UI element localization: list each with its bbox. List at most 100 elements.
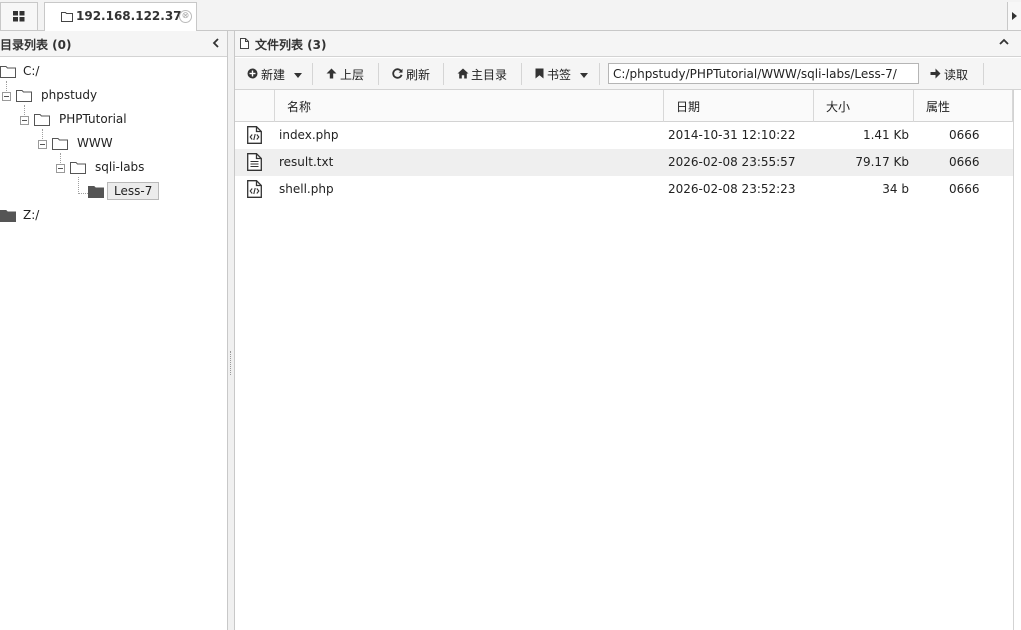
directory-panel-header: 目录列表 (0)	[0, 31, 227, 57]
chevron-up-icon[interactable]	[999, 38, 1009, 45]
column-header-date[interactable]: 日期	[664, 90, 814, 122]
tab-bar: 192.168.122.37 ⊗	[0, 0, 1021, 31]
file-panel-header: 文件列表 (3)	[235, 31, 1021, 57]
toolbar-separator	[378, 63, 379, 85]
table-row[interactable]: result.txt 2026-02-08 23:55:57 79.17 Kb …	[235, 149, 1013, 176]
file-panel: 文件列表 (3) 新建 上层 刷新 主目录 书签 C:/phpstudy/PHP…	[235, 31, 1021, 630]
tab-host[interactable]: 192.168.122.37 ⊗	[44, 2, 197, 31]
folder-outline-icon	[34, 114, 50, 126]
column-header-attr-label: 属性	[926, 100, 951, 114]
grid-icon	[13, 11, 25, 22]
home-icon	[457, 68, 469, 79]
file-attr: 0666	[949, 182, 980, 196]
table-row[interactable]: shell.php 2026-02-08 23:52:23 34 b 0666	[235, 176, 1013, 203]
chevron-left-icon[interactable]	[212, 38, 219, 48]
directory-panel-title: 目录列表 (0)	[0, 38, 72, 52]
up-level-button[interactable]: 上层	[326, 65, 368, 83]
tree-item-label: sqli-labs	[95, 160, 145, 174]
file-name: index.php	[279, 128, 339, 142]
tab-scroll-right[interactable]	[1007, 2, 1021, 30]
folder-outline-icon	[0, 66, 16, 78]
tree-toggle-minus-icon[interactable]	[38, 140, 47, 149]
folder-outline-icon	[52, 138, 68, 150]
code-file-icon	[247, 180, 262, 198]
tree-item-sqli-labs[interactable]: sqli-labs	[70, 158, 170, 178]
plus-circle-icon	[247, 68, 258, 79]
file-size: 34 b	[882, 182, 909, 196]
tree-item-less-7[interactable]: Less-7	[88, 182, 168, 202]
caret-right-icon	[1012, 12, 1017, 20]
refresh-icon	[392, 68, 403, 79]
refresh-label: 刷新	[406, 68, 431, 82]
file-attr: 0666	[949, 128, 980, 142]
file-date: 2026-02-08 23:52:23	[668, 182, 796, 196]
tree-item-phpstudy[interactable]: phpstudy	[16, 86, 116, 106]
file-icon	[240, 38, 249, 49]
folder-filled-icon	[88, 186, 104, 198]
table-row[interactable]: index.php 2014-10-31 12:10:22 1.41 Kb 06…	[235, 122, 1013, 149]
splitter-grip	[230, 351, 232, 375]
directory-panel: 目录列表 (0) C:/ phpstudy PHPTutorial WWW sq…	[0, 31, 228, 630]
tree-connector	[78, 177, 79, 194]
column-header-icon	[235, 90, 275, 122]
tree-item-label: C:/	[23, 64, 40, 78]
file-attr: 0666	[949, 155, 980, 169]
arrow-up-icon	[326, 68, 337, 79]
tab-host-label: 192.168.122.37	[76, 9, 182, 23]
tree-item-z-drive[interactable]: Z:/	[0, 206, 60, 226]
folder-outline-icon	[70, 162, 86, 174]
bookmark-label: 书签	[547, 68, 572, 82]
file-size: 79.17 Kb	[855, 155, 909, 169]
read-label: 读取	[944, 68, 969, 82]
file-toolbar: 新建 上层 刷新 主目录 书签 C:/phpstudy/PHPTutorial/…	[235, 58, 1021, 90]
tree-toggle-minus-icon[interactable]	[56, 164, 65, 173]
text-file-icon	[247, 153, 262, 171]
up-level-label: 上层	[340, 68, 365, 82]
caret-down-icon	[294, 73, 302, 78]
toolbar-separator	[443, 63, 444, 85]
bookmark-icon	[535, 68, 544, 79]
tab-close-icon[interactable]: ⊗	[179, 10, 192, 23]
panel-splitter[interactable]	[228, 31, 235, 630]
toolbar-separator	[983, 63, 984, 85]
file-name: result.txt	[279, 155, 334, 169]
folder-outline-icon	[16, 90, 32, 102]
home-label: 主目录	[471, 68, 508, 82]
file-size: 1.41 Kb	[862, 128, 909, 142]
column-header-name-label: 名称	[287, 100, 312, 114]
toolbar-separator	[312, 63, 313, 85]
toolbar-separator	[521, 63, 522, 85]
folder-outline-icon	[61, 12, 73, 22]
tree-item-phptutorial[interactable]: PHPTutorial	[34, 110, 144, 130]
column-header-date-label: 日期	[676, 100, 701, 114]
column-header-attr[interactable]: 属性	[914, 90, 1013, 122]
file-date: 2026-02-08 23:55:57	[668, 155, 796, 169]
file-panel-title: 文件列表 (3)	[255, 38, 327, 52]
tree-item-label: phpstudy	[41, 88, 98, 102]
caret-down-icon	[580, 73, 588, 78]
tree-item-label: Z:/	[23, 208, 40, 222]
home-button[interactable]: 主目录	[457, 65, 513, 83]
table-right-border	[1013, 90, 1014, 630]
tree-item-c-drive[interactable]: C:/	[0, 62, 60, 82]
tree-item-www[interactable]: WWW	[52, 134, 132, 154]
tree-toggle-minus-icon[interactable]	[20, 116, 29, 125]
tree-toggle-minus-icon[interactable]	[2, 92, 11, 101]
new-button[interactable]: 新建	[247, 65, 303, 83]
read-button[interactable]: 读取	[930, 65, 972, 83]
file-name: shell.php	[279, 182, 334, 196]
arrow-right-icon	[930, 68, 941, 79]
path-input[interactable]	[608, 63, 919, 84]
refresh-button[interactable]: 刷新	[392, 65, 434, 83]
file-date: 2014-10-31 12:10:22	[668, 128, 796, 142]
column-header-size-label: 大小	[826, 100, 851, 114]
toolbar-separator	[599, 63, 600, 85]
bookmark-button[interactable]: 书签	[535, 65, 591, 83]
tree-item-label: WWW	[77, 136, 113, 150]
column-header-name[interactable]: 名称	[275, 90, 664, 122]
tab-grid-home[interactable]	[0, 2, 38, 30]
folder-filled-icon	[0, 210, 16, 222]
column-header-size[interactable]: 大小	[814, 90, 914, 122]
file-table-header: 名称 日期 大小 属性	[235, 90, 1013, 122]
tree-connector	[78, 193, 88, 194]
